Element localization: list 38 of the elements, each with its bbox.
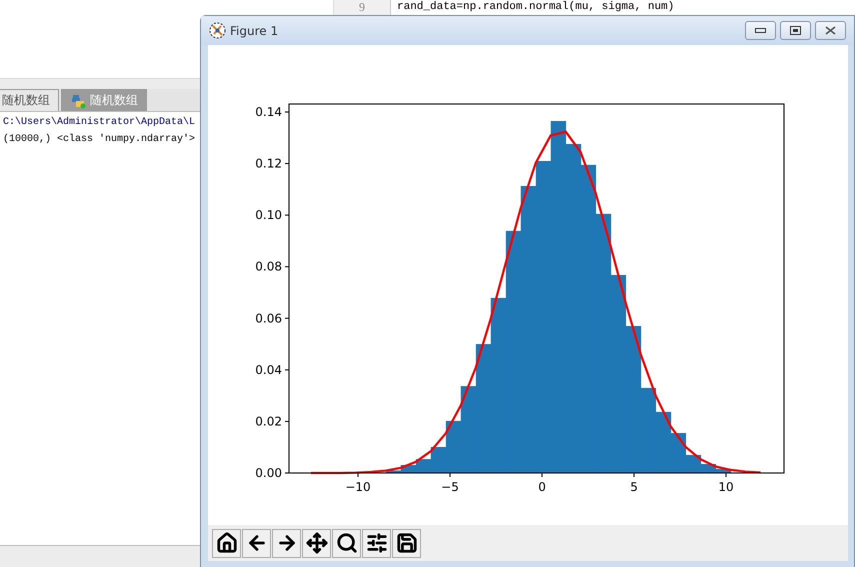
sliders-icon: [366, 532, 388, 554]
x-tick-label: 5: [630, 480, 638, 494]
console-line: (10000,) <class 'numpy.ndarray'>: [3, 134, 196, 145]
move-icon: [306, 532, 328, 554]
editor-tab[interactable]: 随机数组: [0, 89, 59, 111]
y-tick-label: 0.04: [255, 362, 282, 377]
search-button[interactable]: [332, 528, 361, 558]
sliders-button[interactable]: [362, 528, 391, 558]
x-tick-label: 10: [718, 480, 734, 494]
x-tick-label: 0: [538, 480, 546, 494]
search-icon: [336, 532, 358, 554]
y-tick-label: 0.10: [255, 208, 282, 222]
home-button[interactable]: [212, 528, 241, 558]
home-icon: [216, 532, 238, 554]
close-icon: [825, 26, 836, 35]
save-icon: [396, 532, 418, 554]
move-button[interactable]: [302, 528, 331, 558]
y-tick-label: 0.00: [255, 466, 282, 480]
logo-icon: [209, 22, 226, 39]
y-tick-label: 0.06: [255, 311, 282, 326]
y-tick-label: 0.02: [255, 414, 282, 428]
y-tick-label: 0.14: [255, 105, 282, 119]
x-tick-label: −10: [345, 480, 371, 494]
save-button[interactable]: [392, 528, 421, 558]
x-tick-label: −5: [441, 480, 459, 494]
y-tick-label: 0.12: [255, 156, 282, 171]
window-title: Figure 1: [230, 24, 280, 38]
line-number: 9: [359, 0, 365, 14]
forward-arrow-button[interactable]: [272, 528, 301, 558]
maximize-icon: [790, 26, 801, 35]
close-button[interactable]: [815, 21, 846, 40]
y-tick-label: 0.08: [255, 260, 282, 274]
minimize-button[interactable]: [745, 21, 776, 40]
back-arrow-button[interactable]: [242, 528, 271, 558]
console-line: C:\Users\Administrator\AppData\L: [3, 117, 196, 128]
code-line: rand_data=np.random.normal(mu, sigma, num): [397, 0, 676, 14]
minimize-icon: [755, 28, 766, 33]
maximize-button[interactable]: [780, 21, 811, 40]
